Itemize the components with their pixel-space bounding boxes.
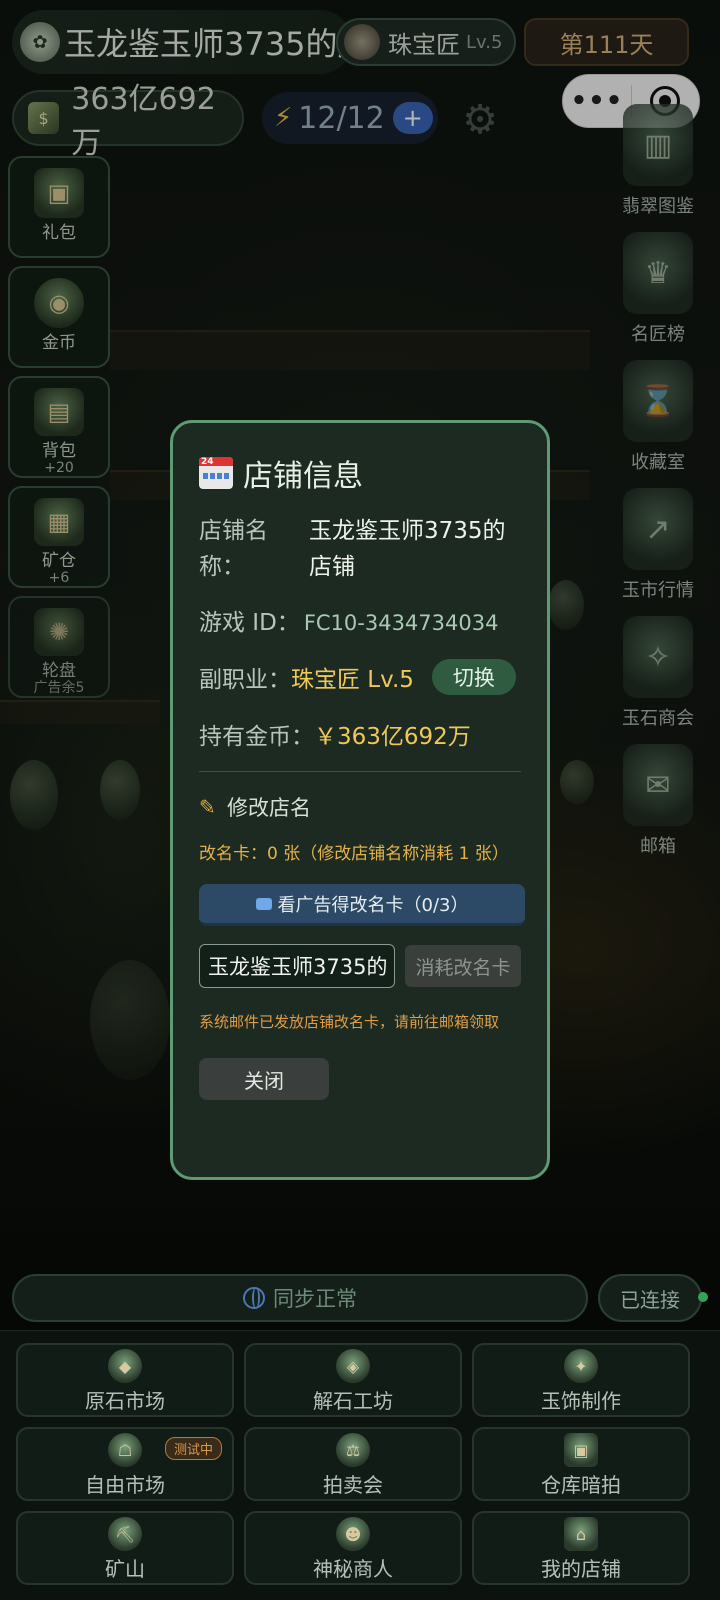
game-id-row: 游戏 ID： FC10-3434734034 [199, 605, 521, 641]
shop-name-input[interactable] [199, 944, 395, 988]
rename-card-count: 改名卡：0 张（修改店铺名称消耗 1 张） [199, 844, 509, 864]
consume-rename-card-button[interactable]: 消耗改名卡 [405, 945, 521, 987]
jade-craft-icon: ✦ [564, 1349, 598, 1383]
mail-notice: 系统邮件已发放店铺改名卡，请前往邮箱领取 [199, 1013, 500, 1031]
gold-key: 持有金币： [199, 724, 314, 750]
sync-status-bar: 同步正常 [12, 1274, 588, 1322]
nav-label: 自由市场 [85, 1473, 165, 1497]
nav-label: 矿山 [105, 1557, 145, 1581]
warehouse-auction-icon: ▣ [564, 1433, 598, 1467]
section-divider [199, 771, 521, 772]
sub-job-value: 珠宝匠 Lv.5 [291, 667, 414, 693]
sub-job-row: 副职业： 珠宝匠 Lv.5 切换 [199, 659, 521, 695]
nav-label: 解石工坊 [313, 1389, 393, 1413]
nav-free-market[interactable]: ☖ 自由市场 测试中 [16, 1427, 234, 1501]
dialog-header: 24 店铺信息 [199, 451, 521, 495]
game-id-value: FC10-3434734034 [303, 611, 499, 635]
shop-info-dialog: 24 店铺信息 店铺名称： 玉龙鉴玉师3735的店铺 游戏 ID： FC10-34… [170, 420, 550, 1180]
beta-badge: 测试中 [164, 1437, 222, 1460]
tv-icon [255, 897, 272, 910]
rough-stone-icon: ◆ [108, 1349, 142, 1383]
rename-input-row: 消耗改名卡 [199, 944, 521, 988]
shop-name-row: 店铺名称： 玉龙鉴玉师3735的店铺 [199, 513, 521, 585]
nav-label: 神秘商人 [313, 1557, 393, 1581]
watch-ad-button[interactable]: 看广告得改名卡（0/3） [199, 884, 525, 926]
cutting-workshop-icon: ◈ [336, 1349, 370, 1383]
bottom-nav-panel: ◆ 原石市场 ◈ 解石工坊 ✦ 玉饰制作 ☖ 自由市场 测试中 ⚖ 拍卖会 ▣ … [0, 1330, 720, 1600]
nav-warehouse-auction[interactable]: ▣ 仓库暗拍 [472, 1427, 690, 1501]
nav-label: 玉饰制作 [541, 1389, 621, 1413]
nav-label: 拍卖会 [323, 1473, 383, 1497]
watch-ad-label: 看广告得改名卡（0/3） [277, 894, 469, 916]
nav-auction[interactable]: ⚖ 拍卖会 [244, 1427, 462, 1501]
nav-mine[interactable]: ⛏ 矿山 [16, 1511, 234, 1585]
nav-cutting-workshop[interactable]: ◈ 解石工坊 [244, 1343, 462, 1417]
connection-dot [698, 1292, 708, 1302]
sub-job-key: 副职业： [199, 667, 291, 693]
sync-status-text: 同步正常 [273, 1287, 357, 1311]
free-market-icon: ☖ [108, 1433, 142, 1467]
rename-title-text: 修改店名 [227, 796, 311, 820]
nav-my-shop[interactable]: ⌂ 我的店铺 [472, 1511, 690, 1585]
pencil-icon: ✎ [199, 795, 216, 819]
store-icon-text: 24 [201, 457, 214, 467]
globe-icon [243, 1287, 265, 1309]
rename-section-title: ✎ 修改店名 [199, 792, 521, 822]
my-shop-icon: ⌂ [564, 1517, 598, 1551]
gold-row: 持有金币：￥363亿692万 [199, 717, 521, 751]
mystery-merchant-icon: ☻ [336, 1517, 370, 1551]
nav-label: 仓库暗拍 [541, 1473, 621, 1497]
shop-name-value: 玉龙鉴玉师3735的店铺 [309, 518, 506, 580]
nav-jade-craft[interactable]: ✦ 玉饰制作 [472, 1343, 690, 1417]
gold-held-value: ￥363亿692万 [314, 724, 471, 750]
auction-icon: ⚖ [336, 1433, 370, 1467]
mine-icon: ⛏ [108, 1517, 142, 1551]
dialog-title: 店铺信息 [243, 459, 363, 494]
nav-label: 我的店铺 [541, 1557, 621, 1581]
nav-label: 原石市场 [85, 1389, 165, 1413]
nav-mystery-merchant[interactable]: ☻ 神秘商人 [244, 1511, 462, 1585]
close-button[interactable]: 关闭 [199, 1058, 329, 1100]
bottom-nav-grid: ◆ 原石市场 ◈ 解石工坊 ✦ 玉饰制作 ☖ 自由市场 测试中 ⚖ 拍卖会 ▣ … [16, 1343, 690, 1585]
nav-rough-stone-market[interactable]: ◆ 原石市场 [16, 1343, 234, 1417]
shop-name-key: 店铺名称： [199, 518, 268, 580]
convenience-store-icon: 24 [199, 457, 233, 489]
game-id-key: 游戏 ID： [199, 610, 300, 636]
connection-status-button[interactable]: 已连接 [598, 1274, 702, 1322]
switch-job-button[interactable]: 切换 [431, 659, 516, 695]
